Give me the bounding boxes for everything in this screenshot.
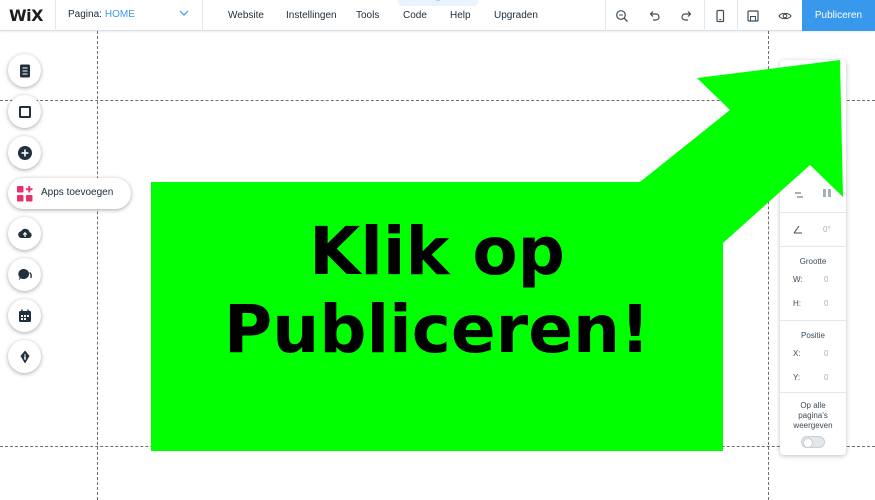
editor-top-bar: WiX Pagina: HOME Website Instellingen Too… [0, 0, 875, 31]
add-apps-label: Apps toevoegen [41, 187, 114, 198]
menu-upgraden[interactable]: Upgraden [494, 10, 538, 21]
zoom-icon [616, 9, 628, 22]
preview-eye-icon [778, 12, 792, 19]
background-button[interactable] [8, 95, 41, 128]
bookings-button[interactable] [8, 299, 41, 332]
add-apps-button[interactable]: Apps toevoegen [8, 178, 131, 209]
menu-website[interactable]: Website [228, 10, 264, 21]
instruction-line-2: Publiceren! [223, 291, 651, 368]
size-header: Grootte [799, 257, 827, 266]
layout-properties-panel: × 0° Grootte W: 0 H: 0 Positie X: 0 Y: 0… [780, 60, 846, 455]
page-selector-label: Pagina: [68, 9, 102, 20]
show-all-pages-line3: weergeven [793, 421, 833, 430]
divider [202, 0, 203, 31]
distribute-icon[interactable] [794, 190, 804, 200]
show-all-pages-line2: pagina's [798, 411, 828, 420]
pages-menu-button[interactable] [8, 54, 41, 87]
panel-divider [780, 246, 846, 247]
menu-code[interactable]: Code [403, 10, 427, 21]
instruction-line-1: Klik op [309, 213, 565, 290]
mobile-view-icon [716, 9, 725, 22]
undo-icon [649, 10, 660, 21]
align-icon[interactable] [822, 160, 832, 170]
height-field[interactable]: 0 [824, 299, 828, 308]
section-guide-top [0, 100, 875, 101]
show-all-pages-line1: Op alle [800, 401, 826, 410]
x-field[interactable]: 0 [824, 349, 828, 358]
preview-button[interactable] [769, 0, 801, 31]
background-icon [18, 105, 31, 118]
chat-icon [17, 268, 32, 281]
apps-icon [17, 186, 33, 202]
menu-help[interactable]: Help [450, 10, 471, 21]
panel-divider [780, 212, 846, 213]
mobile-view-button[interactable] [704, 0, 736, 31]
media-upload-button[interactable] [8, 217, 41, 250]
publish-button[interactable]: Publiceren [802, 0, 875, 31]
match-size-icon[interactable] [822, 188, 832, 198]
y-field[interactable]: 0 [824, 373, 828, 382]
menu-tools[interactable]: Tools [356, 10, 379, 21]
width-field[interactable]: 0 [824, 275, 828, 284]
zoom-button[interactable] [606, 0, 638, 31]
page-selector-value: HOME [104, 9, 135, 20]
add-element-button[interactable] [8, 136, 41, 169]
save-icon [747, 9, 759, 22]
height-label: H: [793, 299, 801, 308]
panel-divider [780, 320, 846, 321]
panel-divider [780, 392, 846, 393]
width-label: W: [793, 275, 803, 284]
blog-pen-icon [20, 350, 29, 363]
chevron-down-icon[interactable] [179, 8, 189, 18]
chat-button[interactable] [8, 258, 41, 291]
redo-icon [681, 10, 692, 21]
code-panel-toggle[interactable]: ⌃ [398, 0, 478, 6]
blog-button[interactable] [8, 340, 41, 373]
x-label: X: [793, 349, 801, 358]
show-all-pages-toggle[interactable] [801, 436, 825, 448]
y-label: Y: [793, 373, 801, 382]
canvas-guide-right [768, 31, 769, 500]
undo-button[interactable] [638, 0, 670, 31]
divider [55, 0, 56, 31]
bookings-icon [18, 309, 31, 322]
page-selector[interactable]: Pagina: HOME [68, 9, 135, 20]
instruction-text: Klik op Publiceren! [151, 213, 723, 369]
upload-icon [17, 228, 32, 238]
pages-icon [19, 64, 30, 77]
canvas-guide-left [97, 31, 98, 500]
rotation-value[interactable]: 0° [823, 225, 831, 234]
add-icon [17, 145, 32, 160]
save-button[interactable] [737, 0, 769, 31]
rotate-angle-icon [793, 225, 802, 234]
panel-close-icon[interactable]: × [830, 64, 836, 75]
redo-button[interactable] [671, 0, 703, 31]
wix-logo[interactable]: WiX [9, 6, 43, 25]
menu-instellingen[interactable]: Instellingen [286, 10, 337, 21]
position-header: Positie [800, 331, 825, 340]
